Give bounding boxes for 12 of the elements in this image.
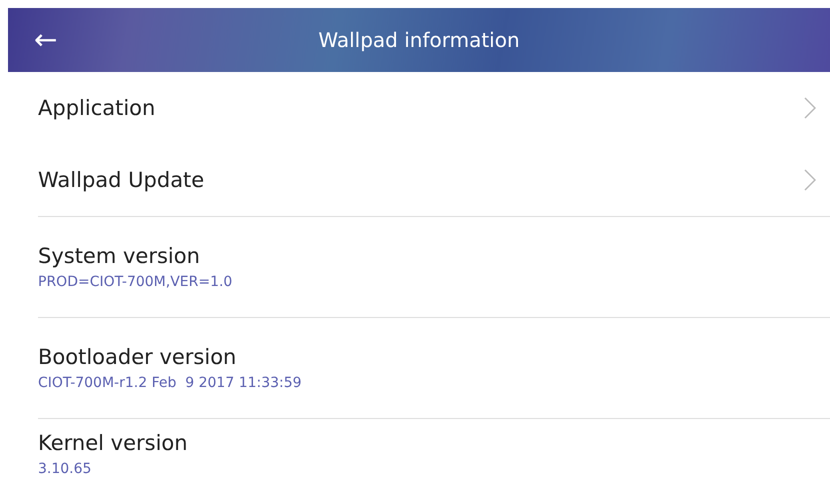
info-label: Bootloader version — [38, 345, 238, 369]
menu-link[interactable]: Application — [38, 96, 156, 120]
info-label: Kernel version — [38, 431, 189, 455]
info-value: 3.10.65 — [38, 461, 92, 477]
info-value: CIOT-700M-r1.2 Feb 9 2017 11:33:59 — [38, 375, 303, 391]
back-button[interactable]: ← — [34, 26, 58, 54]
chevron-right-icon — [804, 97, 816, 119]
info-label: System version — [38, 244, 201, 268]
chevron-right-icon — [804, 169, 816, 191]
page-title: Wallpad information — [318, 28, 520, 52]
info-value: PROD=CIOT-700M,VER=1.0 — [38, 274, 234, 290]
menu-link[interactable]: Wallpad Update — [38, 168, 204, 192]
